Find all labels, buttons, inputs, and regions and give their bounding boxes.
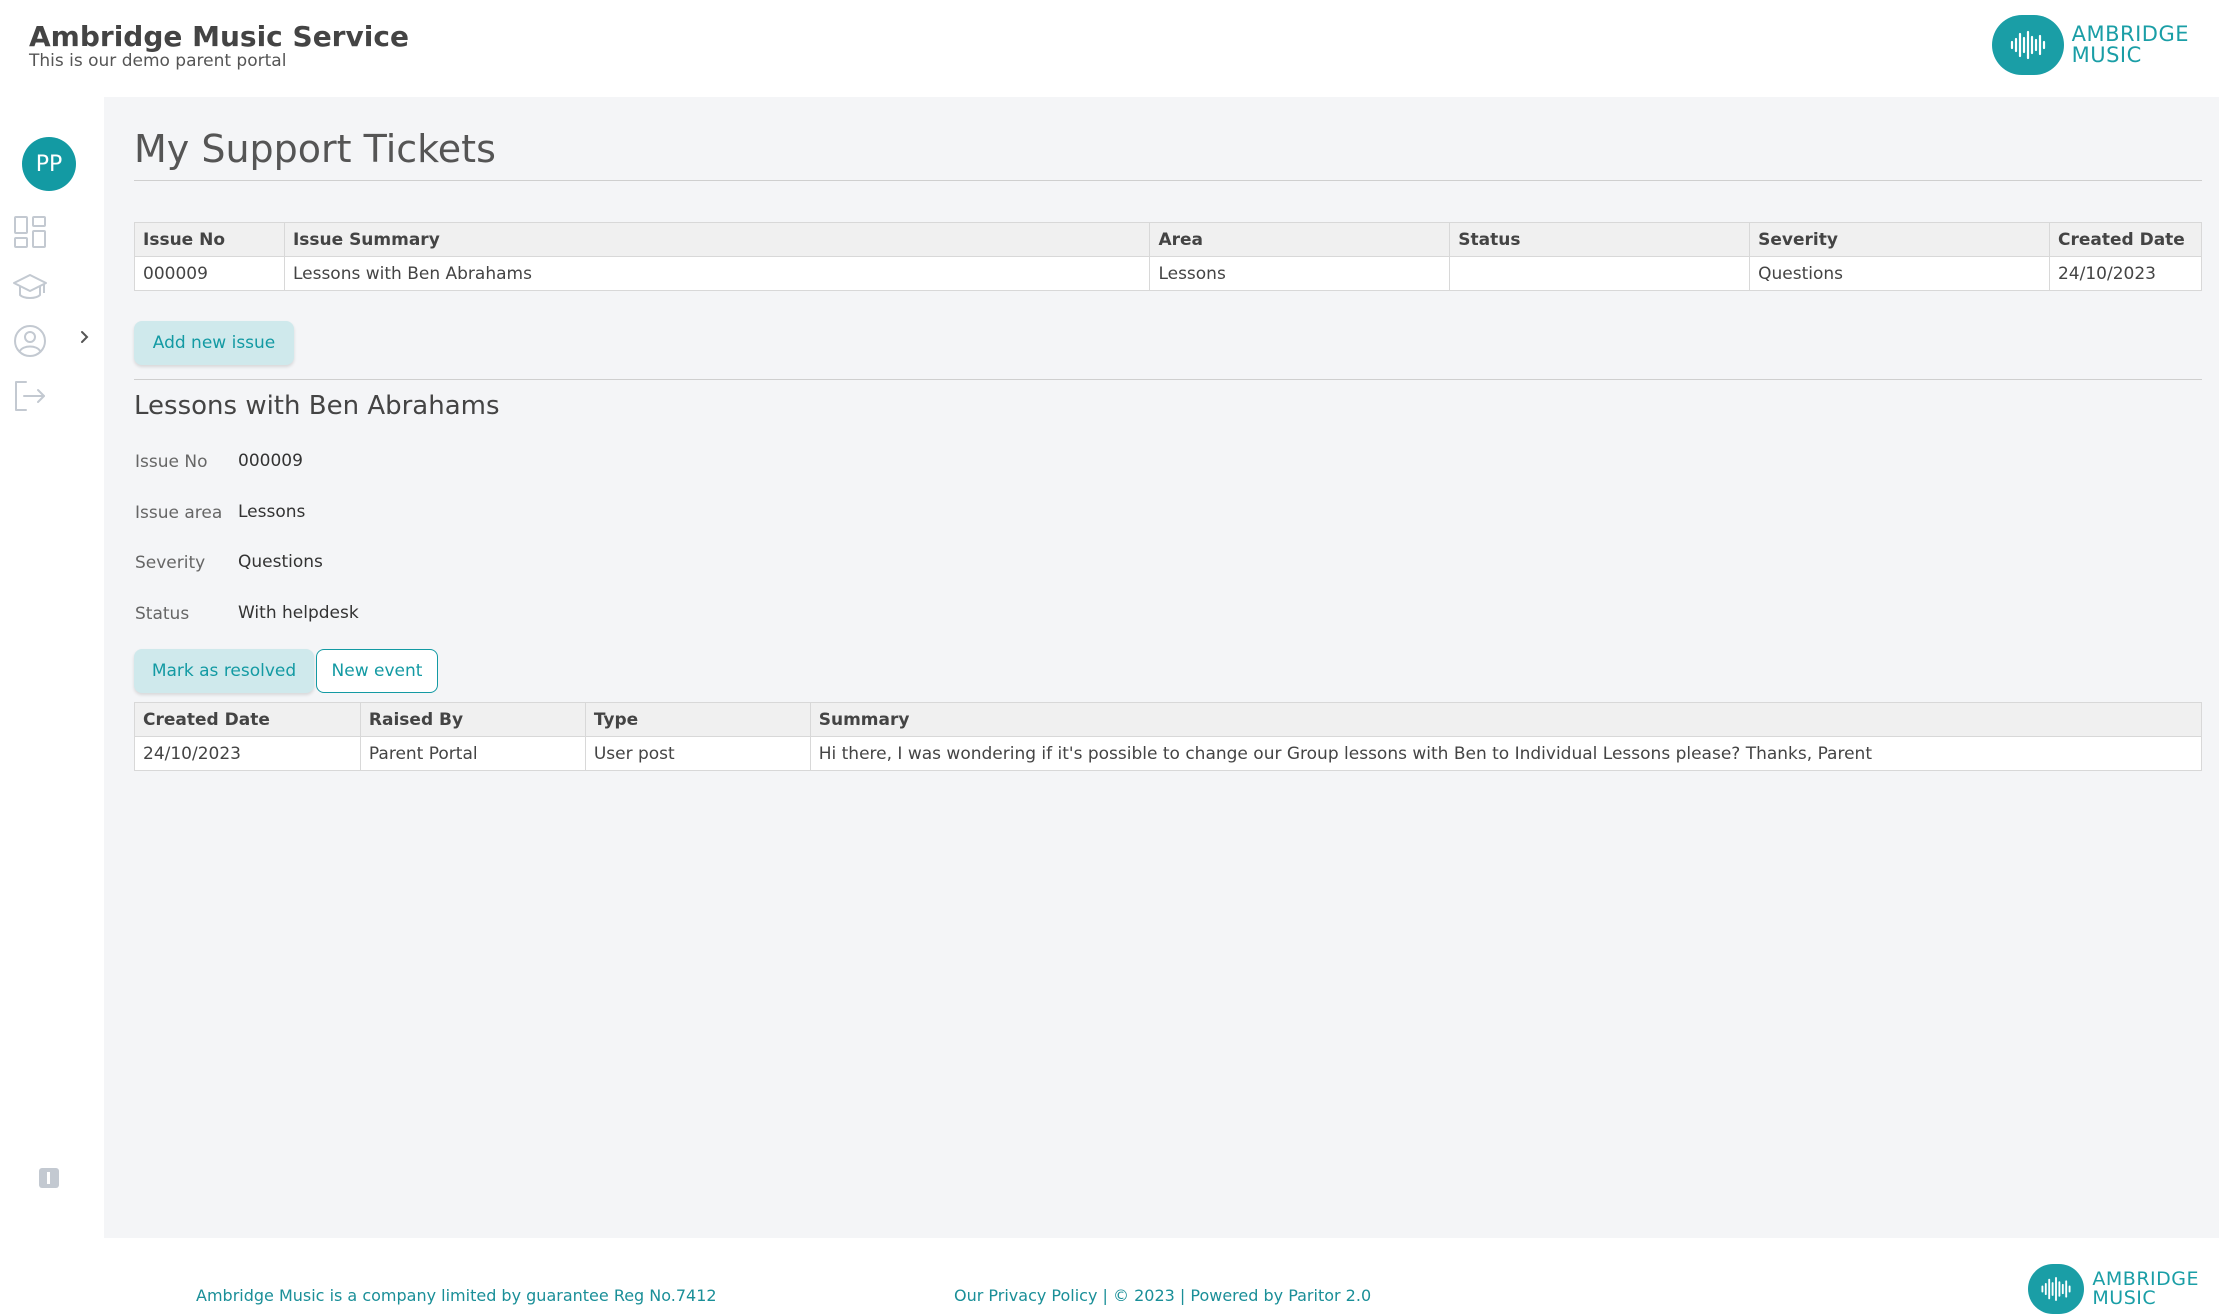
col-raised-by[interactable]: Raised By bbox=[359, 702, 586, 737]
cell-created-date: 24/10/2023 bbox=[2048, 256, 2203, 291]
col-issue-summary[interactable]: Issue Summary bbox=[283, 222, 1151, 257]
events-table: Created Date Raised By Type Summary 24/1… bbox=[134, 702, 2203, 771]
brand-logo[interactable]: AMBRIDGE MUSIC bbox=[1991, 15, 2189, 75]
mark-as-resolved-button[interactable]: Mark as resolved bbox=[134, 649, 314, 693]
soundwave-icon bbox=[2028, 1264, 2085, 1314]
table-row[interactable]: 000009 Lessons with Ben Abrahams Lessons… bbox=[134, 256, 2203, 291]
logout-icon[interactable] bbox=[12, 378, 48, 414]
col-summary[interactable]: Summary bbox=[809, 702, 2203, 737]
footer-links[interactable]: Our Privacy Policy | © 2023 | Powered by… bbox=[954, 1286, 1371, 1305]
org-subtitle: This is our demo parent portal bbox=[29, 51, 287, 71]
field-label-status: Status bbox=[135, 604, 190, 624]
title-divider bbox=[134, 180, 2202, 181]
chevron-right-icon[interactable] bbox=[76, 329, 92, 345]
field-value-severity: Questions bbox=[238, 552, 323, 572]
tickets-table: Issue No Issue Summary Area Status Sever… bbox=[134, 222, 2203, 291]
section-divider bbox=[134, 379, 2202, 380]
col-issue-no[interactable]: Issue No bbox=[134, 222, 285, 257]
field-label-issue-area: Issue area bbox=[135, 503, 223, 523]
cell-raised-by: Parent Portal bbox=[359, 736, 586, 771]
user-circle-icon[interactable] bbox=[12, 323, 48, 359]
sidebar-toggle-icon[interactable] bbox=[38, 1167, 60, 1189]
field-value-issue-no: 000009 bbox=[238, 451, 303, 471]
col-status[interactable]: Status bbox=[1449, 222, 1751, 257]
cell-summary: Hi there, I was wondering if it's possib… bbox=[809, 736, 2203, 771]
app-header: Ambridge Music Service This is our demo … bbox=[0, 0, 2219, 97]
table-row[interactable]: 24/10/2023 Parent Portal User post Hi th… bbox=[134, 736, 2203, 771]
col-created-date[interactable]: Created Date bbox=[134, 702, 361, 737]
company-note: Ambridge Music is a company limited by g… bbox=[196, 1286, 717, 1305]
cell-type: User post bbox=[584, 736, 811, 771]
field-label-issue-no: Issue No bbox=[135, 452, 208, 472]
col-type[interactable]: Type bbox=[584, 702, 811, 737]
cell-issue-no: 000009 bbox=[134, 256, 285, 291]
main-content: My Support Tickets Issue No Issue Summar… bbox=[104, 97, 2219, 1238]
col-created-date[interactable]: Created Date bbox=[2048, 222, 2203, 257]
graduation-cap-icon[interactable] bbox=[12, 269, 48, 305]
field-label-severity: Severity bbox=[135, 553, 206, 573]
footer-brand-logo: AMBRIDGE MUSIC bbox=[2028, 1264, 2199, 1314]
org-name: Ambridge Music Service bbox=[29, 20, 409, 53]
sidebar: PP bbox=[0, 97, 104, 1238]
add-new-issue-button[interactable]: Add new issue bbox=[134, 321, 294, 365]
col-severity[interactable]: Severity bbox=[1749, 222, 2050, 257]
cell-status bbox=[1449, 256, 1751, 291]
events-header-row: Created Date Raised By Type Summary bbox=[134, 702, 2203, 737]
dashboard-icon[interactable] bbox=[12, 214, 48, 250]
footer-brand-text: AMBRIDGE MUSIC bbox=[2092, 1270, 2199, 1308]
field-value-status: With helpdesk bbox=[238, 603, 359, 623]
issue-detail-title: Lessons with Ben Abrahams bbox=[134, 391, 500, 421]
page-title: My Support Tickets bbox=[134, 127, 496, 171]
avatar[interactable]: PP bbox=[22, 137, 76, 191]
brand-line-2: MUSIC bbox=[2092, 1287, 2157, 1309]
new-event-button[interactable]: New event bbox=[316, 649, 438, 693]
app-footer: Ambridge Music is a company limited by g… bbox=[0, 1238, 2219, 1314]
cell-area: Lessons bbox=[1149, 256, 1451, 291]
soundwave-icon bbox=[1991, 15, 2064, 75]
brand-line-1: AMBRIDGE bbox=[2071, 22, 2189, 46]
col-area[interactable]: Area bbox=[1149, 222, 1451, 257]
cell-severity: Questions bbox=[1749, 256, 2050, 291]
cell-created-date: 24/10/2023 bbox=[134, 736, 361, 771]
tickets-header-row: Issue No Issue Summary Area Status Sever… bbox=[134, 222, 2203, 257]
cell-issue-summary: Lessons with Ben Abrahams bbox=[283, 256, 1151, 291]
field-value-issue-area: Lessons bbox=[238, 502, 306, 522]
brand-text: AMBRIDGE MUSIC bbox=[2072, 24, 2189, 66]
brand-line-2: MUSIC bbox=[2071, 43, 2142, 67]
